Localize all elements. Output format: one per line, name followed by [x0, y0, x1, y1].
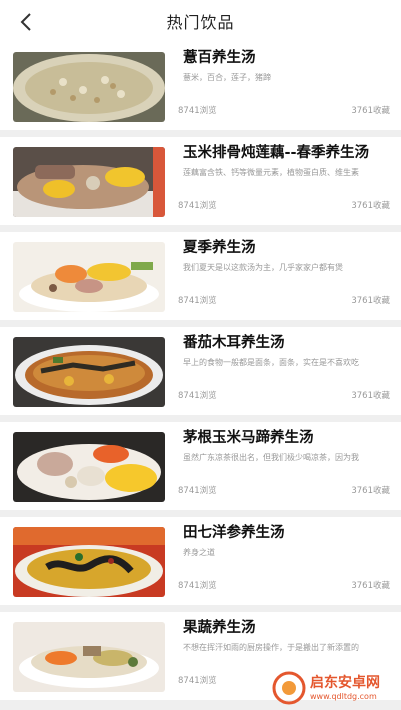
recipe-description: 我们夏天是以这款汤为主，几乎家家户都有煲 — [183, 263, 343, 272]
recipe-thumbnail — [13, 622, 165, 692]
view-count: 8741浏览 — [178, 391, 217, 401]
save-count: 3761收藏 — [351, 581, 390, 591]
recipe-name: 田七洋参养生汤 — [183, 525, 285, 541]
page: 热门饮品 薏百养生汤 薏米，百合，莲子，猪蹄 8741浏览 3761收藏 玉米排… — [0, 0, 401, 710]
watermark-url: www.qdltdg.com — [310, 691, 377, 701]
recipe-description: 早上的食物一般都是面条，面条，实在是不喜欢吃 — [183, 358, 359, 367]
list-item[interactable]: 薏百养生汤 薏米，百合，莲子，猪蹄 8741浏览 3761收藏 — [0, 42, 401, 130]
recipe-thumbnail — [13, 242, 165, 312]
save-count: 3761收藏 — [351, 296, 390, 306]
list-item[interactable]: 夏季养生汤 我们夏天是以这款汤为主，几乎家家户都有煲 8741浏览 3761收藏 — [0, 232, 401, 320]
watermark: 启东安卓网 www.qdltdg.com — [272, 668, 400, 708]
view-count: 8741浏览 — [178, 201, 217, 211]
view-count: 8741浏览 — [178, 106, 217, 116]
recipe-description: 莲藕富含铁、钙等微量元素，植物蛋白质、维生素 — [183, 168, 359, 177]
watermark-logo-icon — [272, 671, 306, 705]
recipe-description: 不想在挥汗如雨的厨房操作，于是搬出了新添置的 — [183, 643, 359, 652]
watermark-name: 启东安卓网 — [310, 674, 380, 691]
recipe-name: 番茄木耳养生汤 — [183, 335, 285, 351]
recipe-description: 虽然广东凉茶很出名，但我们极少喝凉茶，因为我 — [183, 453, 359, 462]
page-title: 热门饮品 — [166, 13, 235, 32]
save-count: 3761收藏 — [351, 106, 390, 116]
list-item[interactable]: 茅根玉米马蹄养生汤 虽然广东凉茶很出名，但我们极少喝凉茶，因为我 8741浏览 … — [0, 422, 401, 510]
recipe-thumbnail — [13, 432, 165, 502]
view-count: 8741浏览 — [178, 676, 217, 686]
recipe-list: 薏百养生汤 薏米，百合，莲子，猪蹄 8741浏览 3761收藏 玉米排骨炖莲藕- — [0, 42, 401, 707]
recipe-thumbnail — [13, 527, 165, 597]
list-item[interactable]: 玉米排骨炖莲藕--春季养生汤 莲藕富含铁、钙等微量元素，植物蛋白质、维生素 87… — [0, 137, 401, 225]
recipe-thumbnail — [13, 52, 165, 122]
recipe-description: 养身之道 — [183, 548, 215, 557]
view-count: 8741浏览 — [178, 581, 217, 591]
recipe-name: 茅根玉米马蹄养生汤 — [183, 430, 314, 446]
recipe-name: 玉米排骨炖莲藕--春季养生汤 — [183, 145, 370, 161]
view-count: 8741浏览 — [178, 486, 217, 496]
save-count: 3761收藏 — [351, 486, 390, 496]
recipe-thumbnail — [13, 147, 165, 217]
recipe-name: 夏季养生汤 — [183, 240, 256, 256]
recipe-description: 薏米，百合，莲子，猪蹄 — [183, 73, 271, 82]
top-bar: 热门饮品 — [0, 0, 401, 42]
list-item[interactable]: 番茄木耳养生汤 早上的食物一般都是面条，面条，实在是不喜欢吃 8741浏览 37… — [0, 327, 401, 415]
recipe-name: 果蔬养生汤 — [183, 620, 256, 636]
save-count: 3761收藏 — [351, 201, 390, 211]
list-item[interactable]: 田七洋参养生汤 养身之道 8741浏览 3761收藏 — [0, 517, 401, 605]
recipe-name: 薏百养生汤 — [183, 50, 256, 66]
view-count: 8741浏览 — [178, 296, 217, 306]
save-count: 3761收藏 — [351, 391, 390, 401]
recipe-thumbnail — [13, 337, 165, 407]
